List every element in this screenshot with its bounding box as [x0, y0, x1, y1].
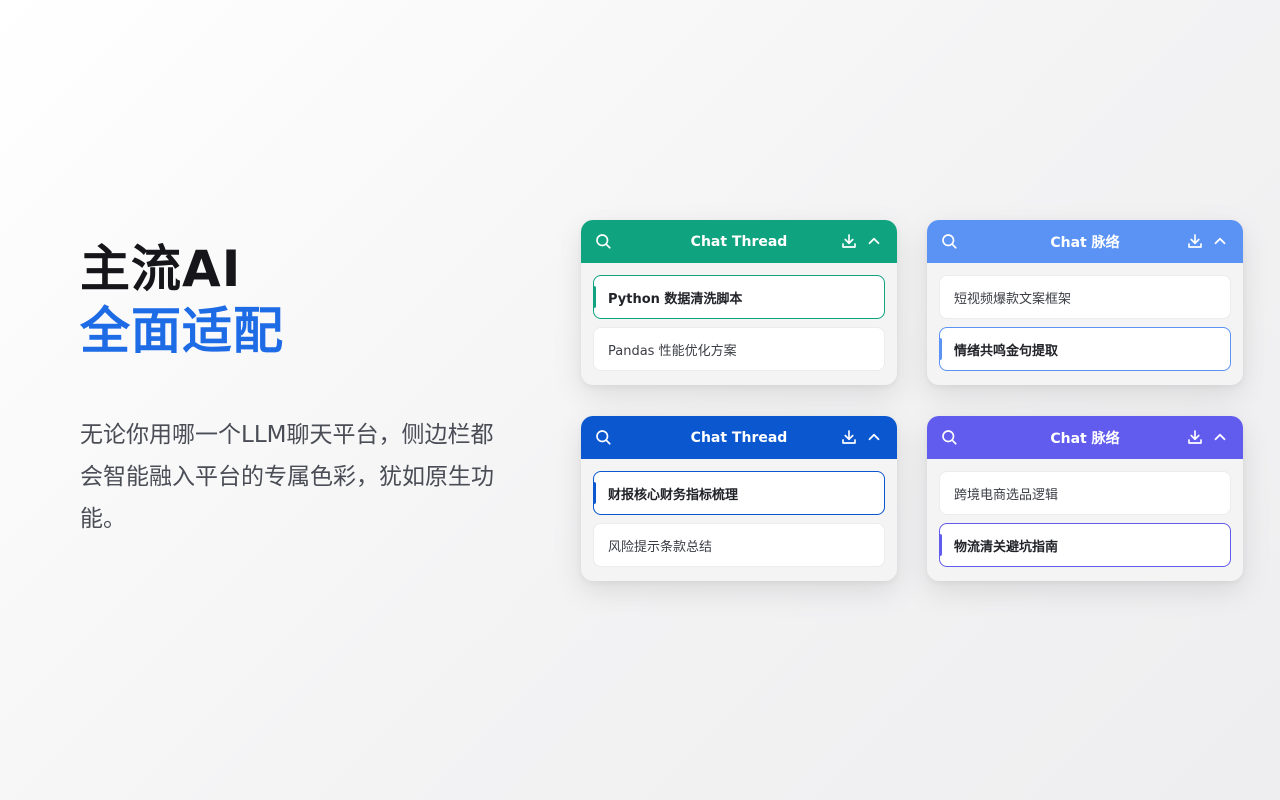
search-icon[interactable] [940, 232, 958, 250]
hero-title-line2: 全面适配 [80, 302, 284, 360]
download-icon[interactable] [1186, 232, 1204, 250]
download-icon[interactable] [840, 232, 858, 250]
thread-item[interactable]: 财报核心财务指标梳理 [593, 471, 885, 515]
thread-item[interactable]: 情绪共鸣金句提取 [939, 327, 1231, 371]
card-header: Chat Thread [581, 416, 897, 459]
hero-title-line1: 主流AI [80, 240, 242, 298]
chevron-up-icon[interactable] [865, 232, 883, 250]
sidebar-card-gemini: Chat Thread 财报核心财务指标梳理 风险提示条款总结 [581, 416, 897, 581]
hero-description: 无论你用哪一个LLM聊天平台，侧边栏都会智能融入平台的专属色彩，犹如原生功能。 [80, 422, 494, 532]
card-title: Chat 脉络 [1050, 234, 1120, 251]
search-icon[interactable] [940, 428, 958, 446]
thread-item[interactable]: Pandas 性能优化方案 [593, 327, 885, 371]
hero-section: 主流AI 全面适配 无论你用哪一个LLM聊天平台，侧边栏都会智能融入平台的专属色… [80, 238, 520, 540]
card-title: Chat Thread [690, 429, 788, 446]
card-header: Chat 脉络 [927, 220, 1243, 263]
card-header: Chat 脉络 [927, 416, 1243, 459]
chevron-up-icon[interactable] [1211, 232, 1229, 250]
card-header: Chat Thread [581, 220, 897, 263]
download-icon[interactable] [840, 428, 858, 446]
card-title: Chat Thread [690, 233, 788, 250]
search-icon[interactable] [594, 232, 612, 250]
card-title: Chat 脉络 [1050, 430, 1120, 447]
search-icon[interactable] [594, 428, 612, 446]
thread-item[interactable]: 物流清关避坑指南 [939, 523, 1231, 567]
chevron-up-icon[interactable] [1211, 428, 1229, 446]
sidebar-card-deepseek: Chat 脉络 短视频爆款文案框架 情绪共鸣金句提取 [927, 220, 1243, 385]
sidebar-card-claude: Chat 脉络 跨境电商选品逻辑 物流清关避坑指南 [927, 416, 1243, 581]
thread-item[interactable]: 风险提示条款总结 [593, 523, 885, 567]
download-icon[interactable] [1186, 428, 1204, 446]
chevron-up-icon[interactable] [865, 428, 883, 446]
hero-title: 主流AI 全面适配 [80, 238, 520, 362]
thread-item[interactable]: 短视频爆款文案框架 [939, 275, 1231, 319]
thread-item[interactable]: 跨境电商选品逻辑 [939, 471, 1231, 515]
thread-item[interactable]: Python 数据清洗脚本 [593, 275, 885, 319]
sidebar-card-chatgpt: Chat Thread Python 数据清洗脚本 Pandas 性能优化方案 [581, 220, 897, 385]
